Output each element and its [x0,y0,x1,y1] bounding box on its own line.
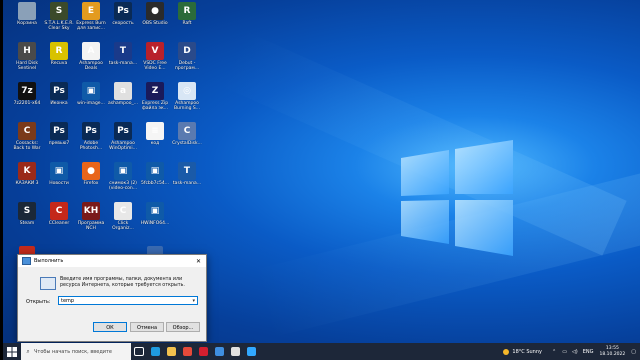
app-icon: Ps [50,82,68,100]
notifications-icon[interactable]: ▢ [631,349,636,355]
app-icon [18,2,36,20]
search-icon: ⌕ [26,347,30,355]
desktop-icon[interactable]: D Debut - програм... [171,42,203,80]
run-dialog: Выполнить ✕ Введите имя программы, папки… [17,254,207,342]
close-icon[interactable]: ✕ [196,258,201,265]
desktop-icon-label: CrystalDisk... [172,141,202,146]
app-icon: Ps [114,122,132,140]
app-icon: KH [82,202,100,220]
search-placeholder: Чтобы начать поиск, введите [34,348,113,355]
app-icon: T [114,42,132,60]
explorer-icon [166,347,176,356]
app-icon: E [82,2,100,20]
taskbar-app-task-view[interactable] [131,343,147,360]
taskbar-app-chrome[interactable] [179,343,195,360]
app-icon: ● [82,162,100,180]
taskbar-app-edge[interactable] [147,343,163,360]
chevron-up-icon[interactable]: ⌃ [552,349,556,355]
desktop-icon-label: HWiNFO64... [140,221,170,226]
desktop-icon[interactable]: ▣ HWiNFO64... [139,202,171,240]
language-indicator[interactable]: ENG [583,349,594,355]
app-icon: T [178,162,196,180]
run-description: Введите имя программы, папки, документа … [60,277,185,288]
app-icon: Z [146,82,164,100]
desktop-icon-label: Debut - програм... [174,61,200,71]
taskbar-pinned-apps [131,343,259,360]
clock[interactable]: 13:55 18.10.2022 [600,346,626,358]
mail-icon [214,347,224,356]
app-icon: Ps [50,122,68,140]
run-window-icon [40,277,56,290]
app-icon: ▣ [82,82,100,100]
desktop-icon-label: Ashampoo Burning S... [173,101,201,111]
app-icon: R [50,42,68,60]
chrome-icon [182,347,192,356]
taskbar-app-obs[interactable] [227,343,243,360]
ok-button[interactable]: ОК [93,322,127,332]
desktop-icon[interactable]: ◎ Ashampoo Burning S... [171,82,203,120]
app-icon: ▣ [146,162,164,180]
app-icon: a [114,82,132,100]
system-tray: 18°C Sunny ⌃ ▭ ◁) ENG 13:55 18.10.2022 ▢ [503,343,640,360]
desktop-icon-partial[interactable] [147,246,163,254]
clock-date: 18.10.2022 [599,351,626,357]
obs-icon [230,347,240,356]
app-icon: S [50,2,68,20]
chevron-down-icon[interactable]: ▾ [192,297,195,306]
app-icon: D [178,42,196,60]
weather-widget[interactable]: 18°C Sunny [503,348,542,355]
desktop-icon-label: task-mana... [172,181,202,186]
volume-icon[interactable]: ◁) [572,349,578,355]
app-icon: S [18,202,36,220]
desktop-icon[interactable]: C CrystalDisk... [171,122,203,160]
task-view-icon [134,347,144,356]
open-label: Открыть: [26,299,51,305]
open-input[interactable]: temp ▾ [58,296,198,305]
app-icon: 7z [18,82,36,100]
app-icon: K [18,162,36,180]
start-button[interactable] [3,343,21,360]
app-icon: ● [146,2,164,20]
windows-logo-wallpaper [401,140,513,256]
app-icon: C [114,202,132,220]
app-icon: H [18,42,36,60]
network-icon[interactable]: ▭ [562,349,567,355]
taskbar-search-box[interactable]: ⌕ Чтобы начать поиск, введите [21,343,131,360]
app-icon: ▣ [50,162,68,180]
app-icon: A [82,42,100,60]
app-icon: Ps [82,122,100,140]
app-icon: Ps [114,2,132,20]
app-icon: C [18,122,36,140]
windows-start-icon [7,346,17,357]
cancel-button[interactable]: Отмена [130,322,164,332]
app-icon: C [50,202,68,220]
app-icon: ▣ [114,162,132,180]
taskbar: ⌕ Чтобы начать поиск, введите 18°C Sunny… [3,343,640,360]
desktop-icon-label: Raft [182,21,192,26]
weather-text: 18°C Sunny [512,348,542,355]
desktop-icon[interactable]: R Raft [171,2,203,40]
opera-icon [198,347,208,356]
open-input-value: temp [61,298,75,304]
run-app-icon [22,257,31,265]
app-icon: C [178,122,196,140]
desktop-icon-partial[interactable] [19,246,35,254]
app-icon: ▣ [146,202,164,220]
edge-icon [150,347,160,356]
taskbar-app-explorer[interactable] [163,343,179,360]
sun-icon [503,348,510,355]
app-icon: V [146,42,164,60]
app-icon: ≡ [146,122,164,140]
photoshop-icon [246,347,256,356]
taskbar-app-opera[interactable] [195,343,211,360]
app-icon: R [178,2,196,20]
desktop-icon[interactable]: Ttask-mana... [171,162,203,200]
taskbar-app-mail[interactable] [211,343,227,360]
taskbar-app-photoshop[interactable] [243,343,259,360]
run-dialog-titlebar[interactable]: Выполнить ✕ [18,255,206,267]
browse-button[interactable]: Обзор... [166,322,200,332]
desktop: Корзина S S.T.A.L.K.E.R. Clear Sky E Express… [3,0,640,360]
run-dialog-title: Выполнить [34,258,64,264]
app-icon: ◎ [178,82,196,100]
